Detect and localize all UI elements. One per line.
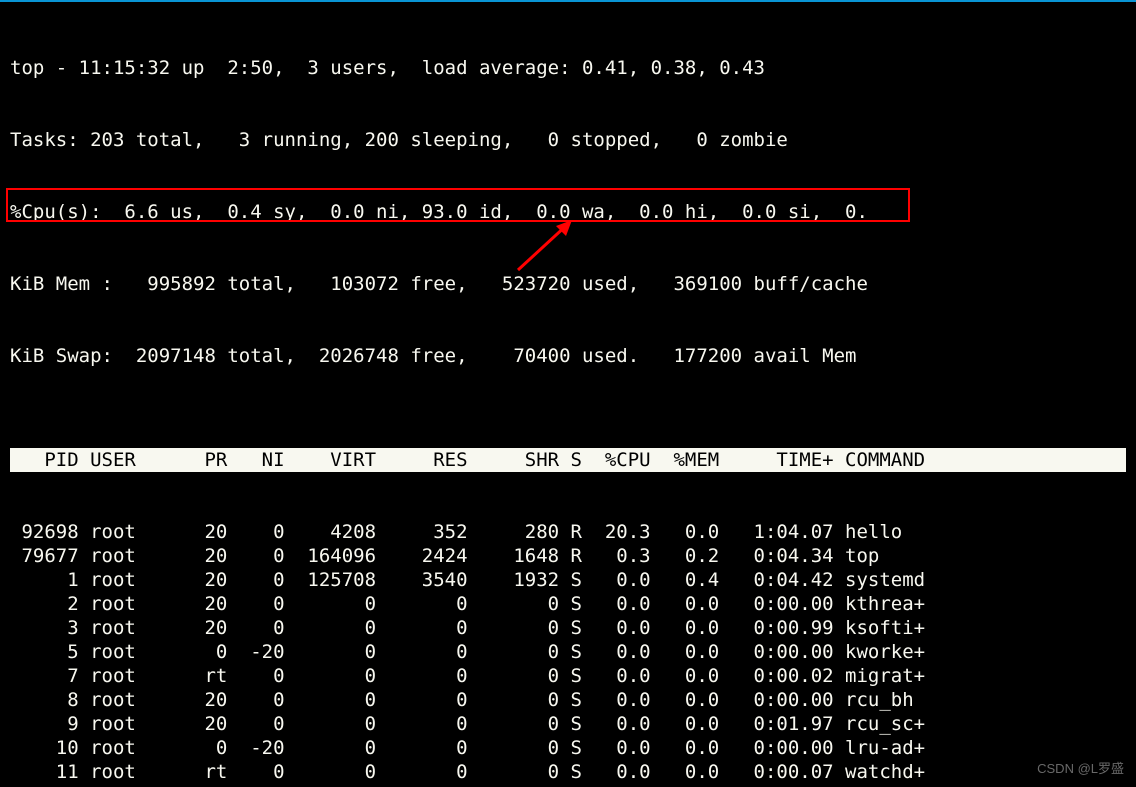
process-row: 92698 root 20 0 4208 352 280 R 20.3 0.0 … <box>10 520 1126 544</box>
process-row: 1 root 20 0 125708 3540 1932 S 0.0 0.4 0… <box>10 568 1126 592</box>
summary-line-mem: KiB Mem : 995892 total, 103072 free, 523… <box>10 272 1126 296</box>
summary-line-cpu: %Cpu(s): 6.6 us, 0.4 sy, 0.0 ni, 93.0 id… <box>10 200 1126 224</box>
summary-line-tasks: Tasks: 203 total, 3 running, 200 sleepin… <box>10 128 1126 152</box>
process-row: 3 root 20 0 0 0 0 S 0.0 0.0 0:00.99 ksof… <box>10 616 1126 640</box>
summary-line-swap: KiB Swap: 2097148 total, 2026748 free, 7… <box>10 344 1126 368</box>
process-row: 11 root rt 0 0 0 0 S 0.0 0.0 0:00.07 wat… <box>10 760 1126 784</box>
process-table-header: PID USER PR NI VIRT RES SHR S %CPU %MEM … <box>10 448 1126 472</box>
top-output: top - 11:15:32 up 2:50, 3 users, load av… <box>0 2 1136 787</box>
terminal-screen[interactable]: top - 11:15:32 up 2:50, 3 users, load av… <box>0 0 1136 787</box>
process-row: 9 root 20 0 0 0 0 S 0.0 0.0 0:01.97 rcu_… <box>10 712 1126 736</box>
process-row: 10 root 0 -20 0 0 0 S 0.0 0.0 0:00.00 lr… <box>10 736 1126 760</box>
process-row: 7 root rt 0 0 0 0 S 0.0 0.0 0:00.02 migr… <box>10 664 1126 688</box>
summary-line-uptime: top - 11:15:32 up 2:50, 3 users, load av… <box>10 56 1126 80</box>
process-row: 5 root 0 -20 0 0 0 S 0.0 0.0 0:00.00 kwo… <box>10 640 1126 664</box>
process-row: 79677 root 20 0 164096 2424 1648 R 0.3 0… <box>10 544 1126 568</box>
process-row: 2 root 20 0 0 0 0 S 0.0 0.0 0:00.00 kthr… <box>10 592 1126 616</box>
process-table-body: 92698 root 20 0 4208 352 280 R 20.3 0.0 … <box>10 520 1126 787</box>
process-row: 8 root 20 0 0 0 0 S 0.0 0.0 0:00.00 rcu_… <box>10 688 1126 712</box>
